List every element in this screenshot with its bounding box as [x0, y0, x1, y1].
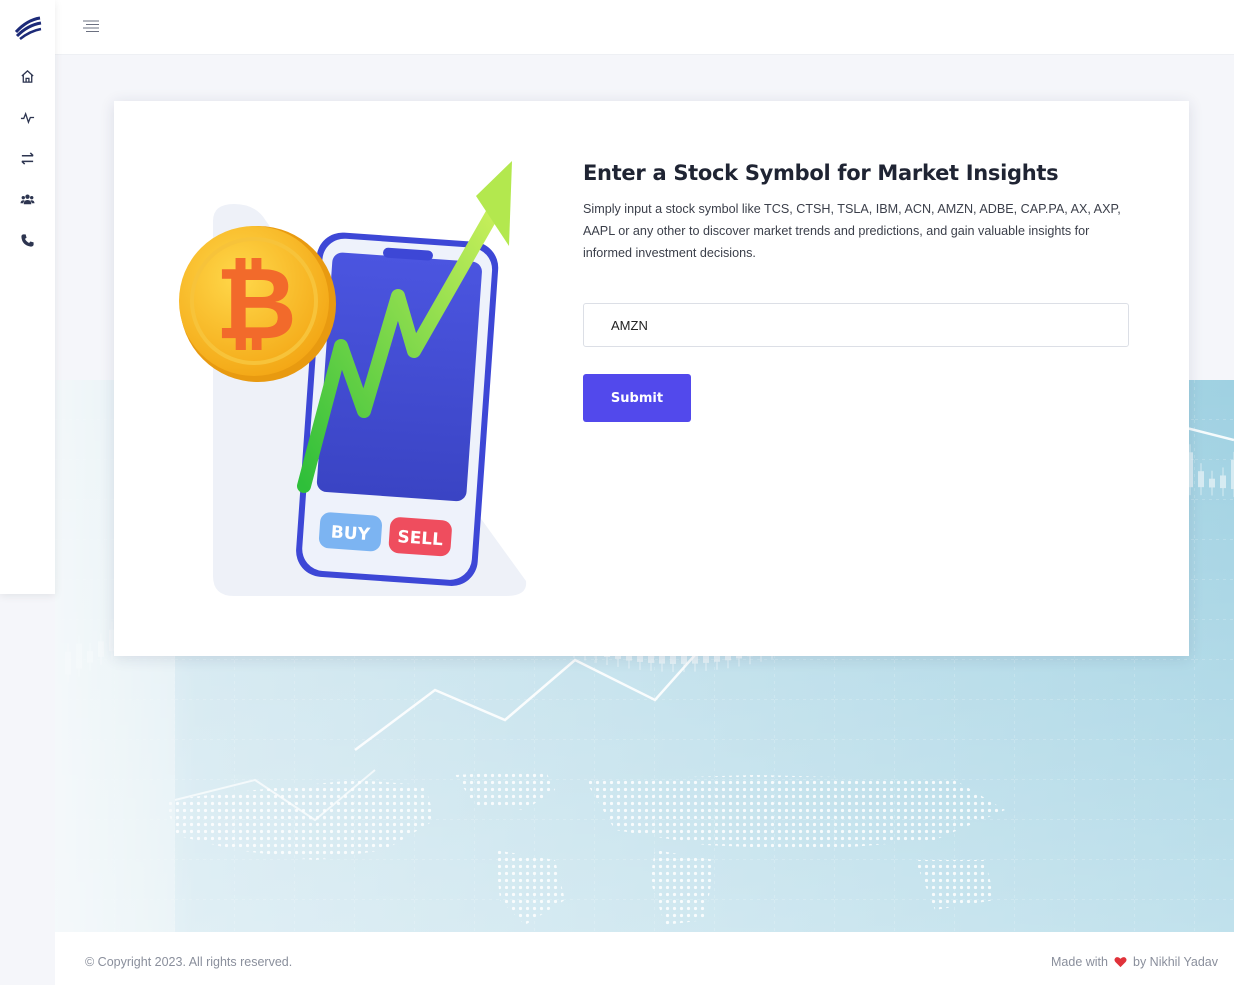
sidebar-item-transfer[interactable]	[8, 138, 48, 179]
sidebar-item-home[interactable]	[8, 56, 48, 97]
exchange-icon	[21, 152, 34, 165]
sidebar-item-contact[interactable]	[8, 220, 48, 261]
page-description: Simply input a stock symbol like TCS, CT…	[583, 202, 1121, 260]
stock-symbol-input[interactable]	[583, 303, 1129, 347]
brand-logo[interactable]	[13, 12, 43, 42]
sidebar-item-users[interactable]	[8, 179, 48, 220]
pulse-icon	[20, 111, 35, 125]
author-text: by Nikhil Yadav	[1133, 955, 1218, 969]
menu-icon[interactable]	[82, 19, 100, 35]
made-with-text: Made with	[1051, 955, 1108, 969]
insight-form: Enter a Stock Symbol for Market Insights…	[583, 161, 1129, 422]
stock-input-card: BUY SELL ₿ Enter a Stock Symbol for Mark…	[114, 101, 1189, 656]
heart-icon	[1114, 957, 1127, 968]
sidebar-nav	[8, 56, 48, 261]
buy-label: BUY	[330, 522, 371, 545]
footer: © Copyright 2023. All rights reserved. M…	[55, 932, 1234, 985]
credit: Made with by Nikhil Yadav	[1051, 955, 1218, 969]
users-icon	[20, 194, 35, 205]
sidebar-item-activity[interactable]	[8, 97, 48, 138]
sell-label: SELL	[397, 527, 444, 550]
submit-button[interactable]: Submit	[583, 374, 691, 422]
top-bar	[55, 0, 1234, 55]
phone-icon	[21, 234, 34, 247]
sidebar	[0, 0, 55, 594]
stock-trading-illustration: BUY SELL ₿	[179, 161, 527, 596]
bitcoin-icon: ₿	[215, 245, 297, 362]
copyright-text: © Copyright 2023. All rights reserved.	[85, 955, 293, 969]
page-title: Enter a Stock Symbol for Market Insights	[583, 161, 1059, 185]
home-icon	[21, 69, 34, 83]
